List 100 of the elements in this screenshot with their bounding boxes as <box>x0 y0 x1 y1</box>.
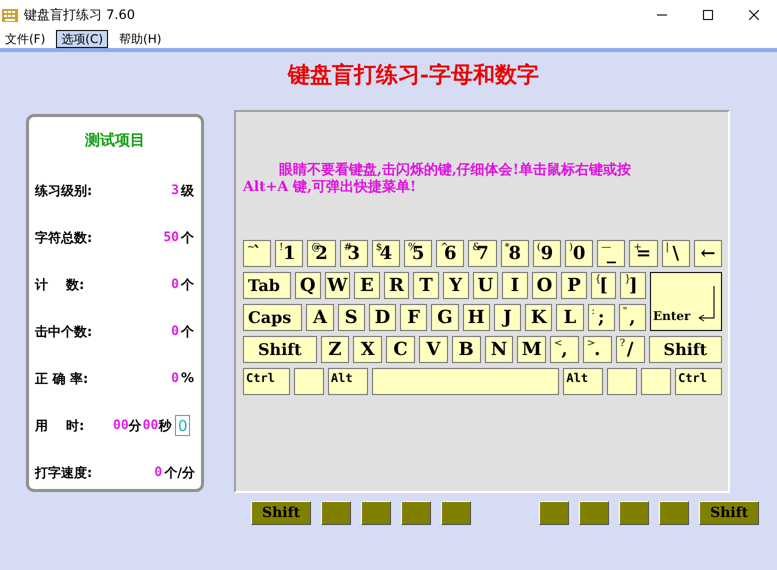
stat-label: 击中个数: <box>35 324 94 340</box>
keyboard-key: <, <box>550 336 579 363</box>
keyboard-key: | \ <box>662 240 690 267</box>
instruction-text: 眼睛不要看键盘,击闪烁的键,仔细体会!单击鼠标右键或按 Alt+A 键,可弹出快捷菜单! <box>242 161 632 197</box>
keyboard-key: R <box>384 272 410 299</box>
keyboard-key: T <box>413 272 439 299</box>
finger-key-indicator <box>361 501 392 525</box>
keyboard-key: E <box>354 272 380 299</box>
keyboard-key: #3 <box>340 240 368 267</box>
keyboard-key: W <box>324 272 350 299</box>
keyboard-key: B <box>452 336 481 363</box>
keyboard-key: Z <box>320 336 350 363</box>
keyboard-key: )0 <box>565 240 594 267</box>
keyboard-key: D <box>368 304 396 331</box>
stat-value: 50 <box>163 230 179 245</box>
stat-value: 3 <box>171 183 179 198</box>
stat-unit: 个 <box>181 230 195 246</box>
stat-value: 0 <box>171 324 179 339</box>
keyboard-key: !1 <box>275 240 304 267</box>
keyboard-key: Y <box>442 272 468 299</box>
finger-key-indicator <box>619 501 650 525</box>
keyboard-key: ", <box>618 304 646 331</box>
keyboard-key: J <box>494 304 522 331</box>
menu-item[interactable]: 选项(C) <box>56 30 108 48</box>
stat-label: 计 数: <box>35 276 86 294</box>
stat-value: 0 <box>171 371 179 386</box>
keyboard-key: : ; <box>588 304 615 331</box>
stat-label: 正 确 率: <box>35 370 90 388</box>
keyboard-key: Caps <box>243 304 302 331</box>
keyboard-key: P <box>561 272 587 299</box>
keyboard-key: += <box>629 240 658 267</box>
keyboard-key: M <box>517 336 546 363</box>
keyboard-key: ?/ <box>616 336 645 363</box>
maximize-icon <box>703 10 713 20</box>
finger-key-indicator <box>401 501 432 525</box>
seconds-value: 00 <box>142 418 158 433</box>
keyboard-key: *8 <box>500 240 529 267</box>
keyboard-key: Shift <box>648 336 722 363</box>
keyboard-key: ~` <box>243 240 272 267</box>
window-title: 键盘盲打练习 7.60 <box>24 7 136 24</box>
keyboard-key: L <box>556 304 584 331</box>
keyboard-key: I <box>502 272 528 299</box>
keyboard-key: S <box>338 304 365 331</box>
keyboard-key: }] <box>620 272 646 299</box>
minutes-value: 00 <box>113 418 129 433</box>
keyboard-key: G <box>431 304 459 331</box>
stat-label: 练习级别: <box>35 182 94 200</box>
keyboard-key: {[ <box>590 272 616 299</box>
stat-unit: 秒 <box>158 418 172 434</box>
stat-unit: 分 <box>128 418 143 434</box>
keyboard-key: A <box>306 304 334 331</box>
finger-key-indicator <box>579 501 610 525</box>
keyboard-key: Shift <box>243 336 317 363</box>
close-icon <box>749 10 759 20</box>
keyboard-key: C <box>386 336 415 363</box>
stat-label: 用 时: <box>35 418 86 434</box>
stat-unit: % <box>181 371 195 386</box>
stat-label: 字符总数: <box>35 230 94 246</box>
keyboard-key: ^6 <box>436 240 464 267</box>
keyboard-key <box>294 368 324 395</box>
keyboard-key: Tab <box>243 272 291 299</box>
menu-item[interactable]: 文件(F) <box>0 30 50 48</box>
enter-key: Enter <box>650 272 722 331</box>
menu-item[interactable]: 帮助(H) <box>114 30 166 48</box>
keyboard-key: —_ <box>597 240 626 267</box>
keyboard-key: V <box>418 336 448 363</box>
stat-unit: 个 <box>181 324 195 340</box>
keyboard-key: $4 <box>372 240 400 267</box>
finger-key-indicator <box>539 501 570 525</box>
finger-key-indicator <box>441 501 472 525</box>
return-arrow-icon <box>697 284 717 324</box>
keyboard-key: U <box>472 272 498 299</box>
keyboard-key: Ctrl <box>675 368 722 395</box>
keyboard-key <box>641 368 672 395</box>
keyboard-key: (9 <box>532 240 562 267</box>
keyboard-key: F <box>400 304 428 331</box>
panel-title: 测试项目 <box>84 131 146 150</box>
finger-key-indicator: Shift <box>251 501 312 525</box>
keyboard-key: Q <box>294 272 321 299</box>
stat-value: 0 <box>154 465 162 480</box>
stat-unit: 个 <box>181 276 195 294</box>
page-heading: 键盘盲打练习-字母和数字 <box>286 61 540 90</box>
keyboard-key: O <box>532 272 558 299</box>
stat-label: 打字速度: <box>35 464 94 482</box>
keyboard-key: Ctrl <box>243 368 290 395</box>
keyboard-key <box>607 368 638 395</box>
keyboard-key: Alt <box>563 368 604 395</box>
stat-unit: 级 <box>181 182 195 200</box>
finger-key-indicator <box>321 501 352 525</box>
keyboard-key: K <box>525 304 552 331</box>
finger-key-indicator <box>659 501 690 525</box>
keyboard-key: H <box>462 304 490 331</box>
counter-field: 0 <box>175 415 190 436</box>
keyboard-key: N <box>484 336 514 363</box>
keyboard-key: >. <box>582 336 612 363</box>
keyboard-key: Alt <box>328 368 368 395</box>
stat-unit: 个/分 <box>164 464 195 482</box>
keyboard-key: X <box>353 336 382 363</box>
finger-key-indicator: Shift <box>699 501 760 525</box>
keyboard-key: ← <box>694 240 722 267</box>
